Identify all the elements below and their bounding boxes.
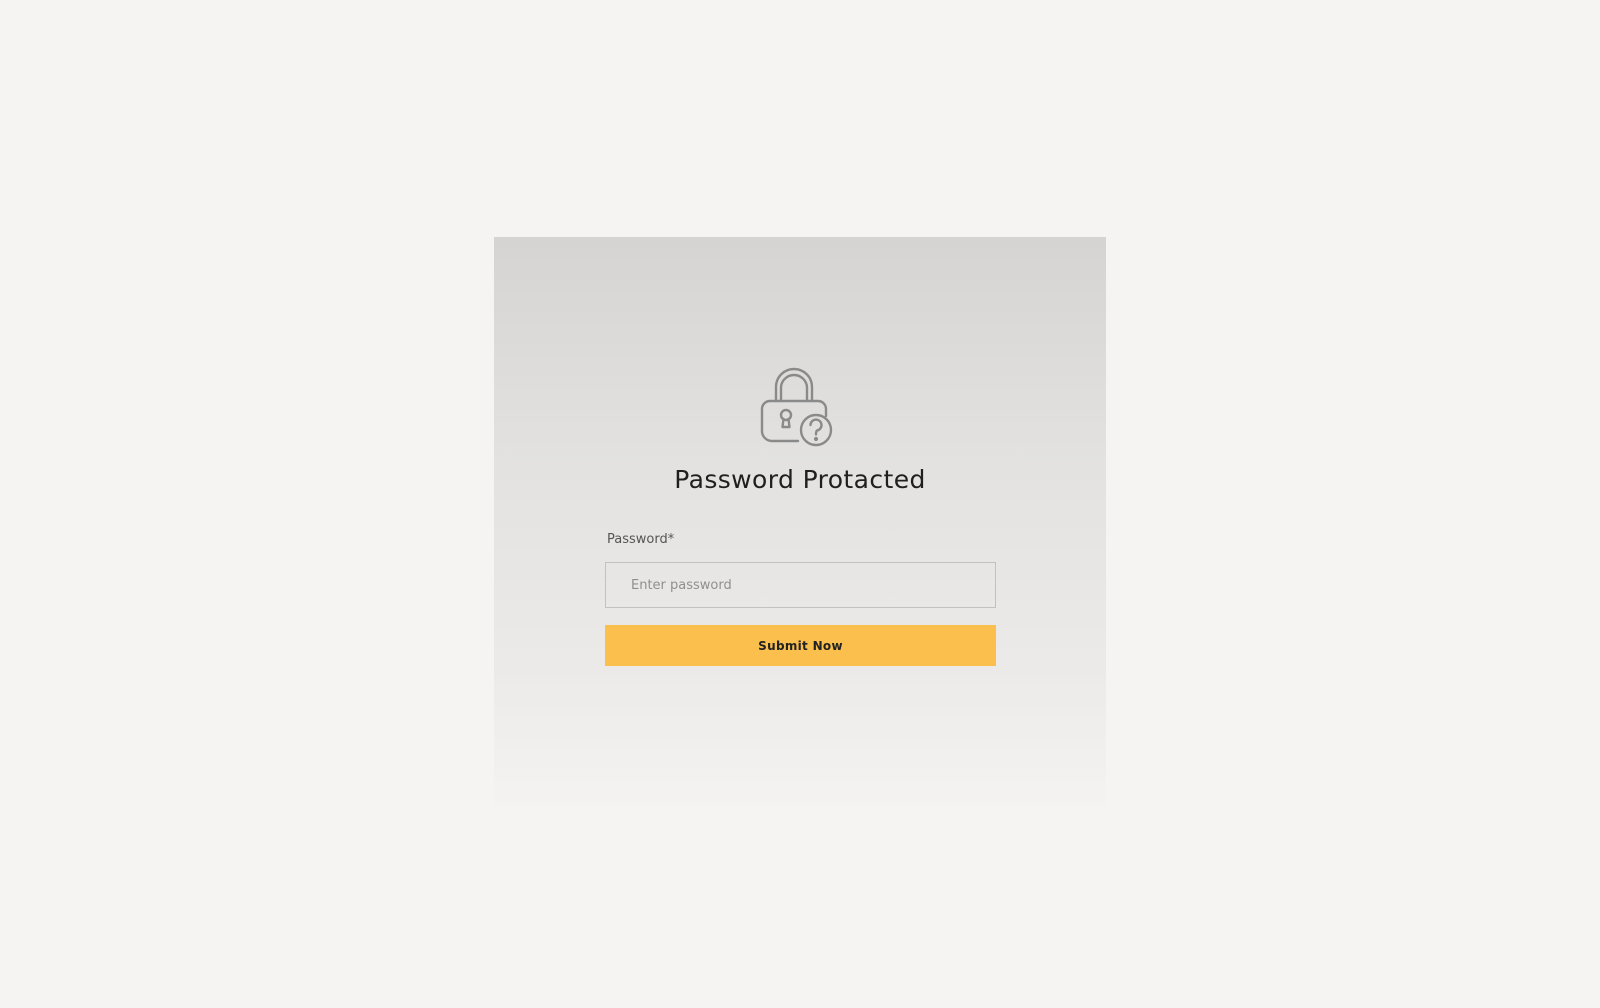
password-input[interactable] bbox=[605, 562, 996, 608]
password-card: Password Protacted Password* Submit Now bbox=[494, 237, 1106, 807]
page-title: Password Protacted bbox=[674, 465, 926, 494]
page: Password Protacted Password* Submit Now bbox=[0, 0, 1600, 1008]
submit-button[interactable]: Submit Now bbox=[605, 625, 996, 666]
lock-question-icon bbox=[754, 361, 846, 453]
password-label: Password* bbox=[607, 532, 675, 547]
